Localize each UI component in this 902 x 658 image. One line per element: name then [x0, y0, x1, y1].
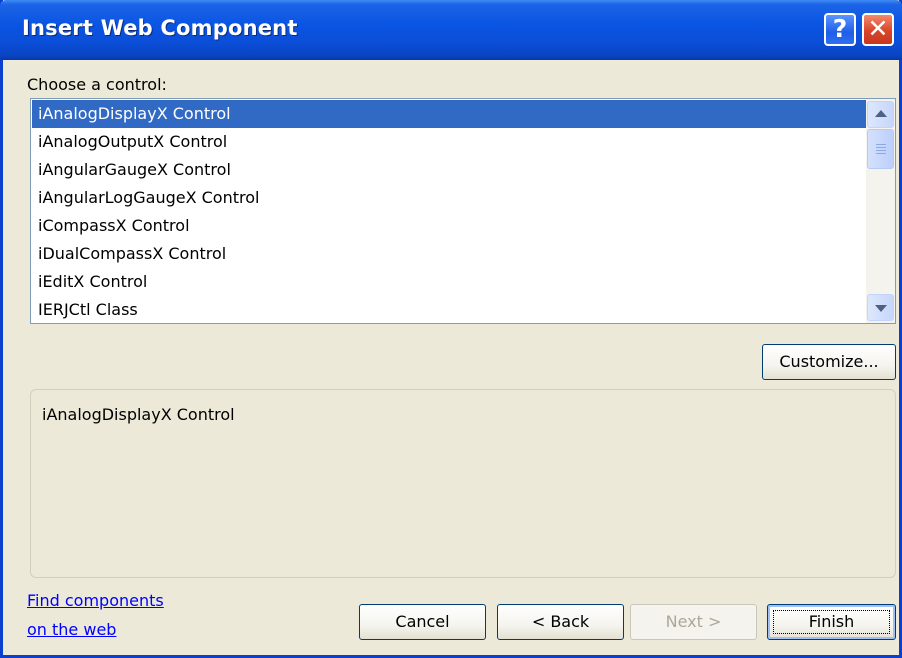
list-item[interactable]: iCompassX Control — [32, 212, 866, 240]
description-text: iAnalogDisplayX Control — [42, 405, 235, 424]
help-icon: ? — [832, 14, 848, 43]
list-item[interactable]: iDualCompassX Control — [32, 240, 866, 268]
back-button[interactable]: < Back — [497, 604, 624, 640]
close-icon: ✕ — [867, 14, 889, 43]
chevron-up-icon — [875, 110, 887, 117]
scroll-up-button[interactable] — [867, 101, 894, 128]
scroll-thumb[interactable] — [867, 129, 894, 169]
list-item[interactable]: iAngularLogGaugeX Control — [32, 184, 866, 212]
next-button[interactable]: Next > — [630, 604, 757, 640]
cancel-button[interactable]: Cancel — [359, 604, 486, 640]
find-components-link-line2[interactable]: on the web — [27, 620, 116, 639]
grip-line — [876, 153, 886, 154]
choose-control-label: Choose a control: — [27, 75, 167, 94]
list-item[interactable]: iEditX Control — [32, 268, 866, 296]
description-panel: iAnalogDisplayX Control — [30, 389, 896, 578]
title-bar[interactable]: Insert Web Component ? ✕ — [0, 0, 902, 60]
scroll-down-button[interactable] — [867, 294, 894, 321]
list-item[interactable]: IERJCtl Class — [32, 296, 866, 324]
dialog-window: Insert Web Component ? ✕ Choose a contro… — [0, 0, 902, 658]
chevron-down-icon — [875, 305, 887, 312]
list-item[interactable]: iAnalogDisplayX Control — [32, 100, 866, 128]
close-button[interactable]: ✕ — [862, 13, 894, 46]
window-title: Insert Web Component — [22, 16, 298, 40]
control-list: iAnalogDisplayX Control iAnalogOutputX C… — [32, 100, 866, 324]
grip-line — [876, 147, 886, 148]
control-listbox[interactable]: iAnalogDisplayX Control iAnalogOutputX C… — [30, 98, 896, 324]
grip-line — [876, 144, 886, 145]
grip-line — [876, 150, 886, 151]
find-components-link[interactable]: Find components — [27, 591, 164, 610]
focus-ring — [773, 610, 890, 634]
list-item[interactable]: iAnalogOutputX Control — [32, 128, 866, 156]
customize-button[interactable]: Customize... — [762, 344, 896, 380]
list-item[interactable]: iAngularGaugeX Control — [32, 156, 866, 184]
finish-button[interactable]: Finish — [767, 604, 896, 640]
vertical-scrollbar[interactable] — [866, 99, 895, 323]
help-button[interactable]: ? — [824, 13, 856, 46]
